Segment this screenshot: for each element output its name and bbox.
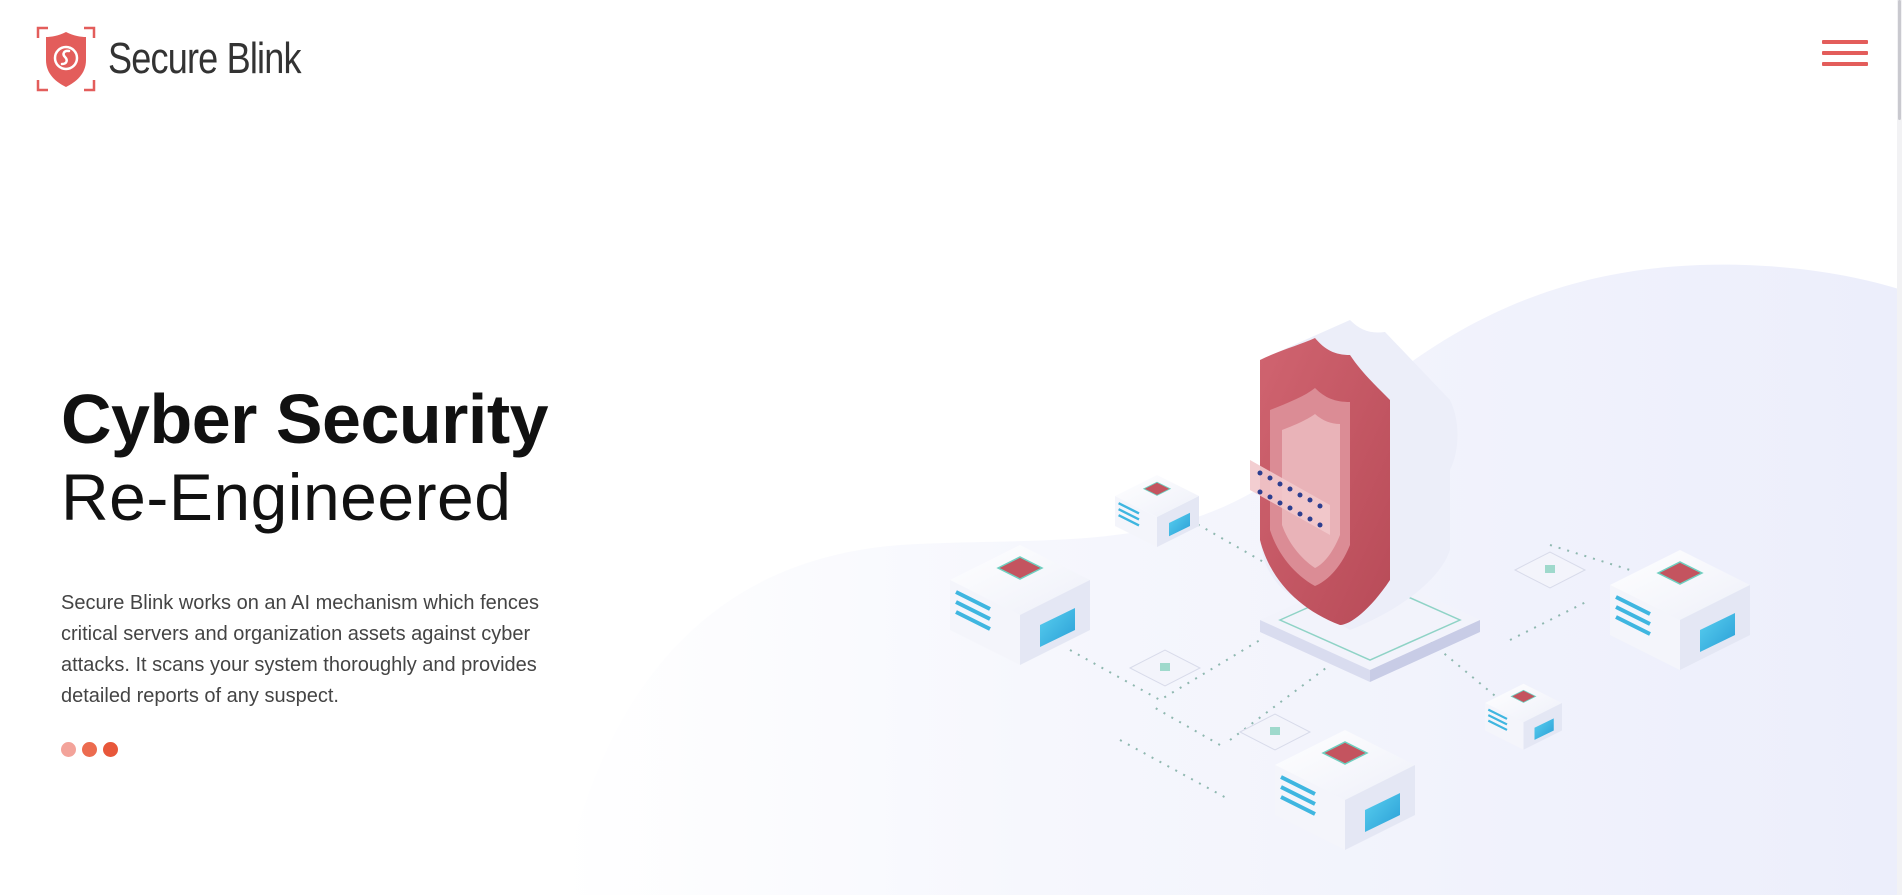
server-box-right-large [1610,550,1750,670]
shield-network-illustration [950,320,1750,850]
hero-subtitle: Re-Engineered [61,460,512,534]
slider-dots [61,742,118,757]
slider-dot-1[interactable] [61,742,76,757]
server-box-left-large [950,545,1090,665]
server-box-top-small [1115,475,1199,547]
hamburger-menu-icon-bar [1822,51,1868,55]
shield-graphic [1250,320,1458,630]
chip-mark [1545,565,1555,573]
slider-dot-2[interactable] [82,742,97,757]
hamburger-menu-icon [1822,40,1868,44]
shield-logo-icon [36,26,96,92]
scrollbar[interactable] [1897,0,1902,895]
hero-section: Cyber Security Re-Engineered Secure Blin… [61,380,621,712]
hero-description: Secure Blink works on an AI mechanism wh… [61,592,539,707]
hamburger-menu-button[interactable] [1822,40,1868,76]
chip-mark [1270,727,1280,735]
server-box-right-small [1485,683,1562,750]
site-header: Secure Blink [0,0,1902,120]
chip-mark [1160,663,1170,671]
brand-name: Secure Blink [108,34,302,83]
hero-title: Cyber Security [61,380,549,458]
slider-dot-3[interactable] [103,742,118,757]
hamburger-menu-icon-bar [1822,62,1868,66]
server-box-bottom-large [1275,730,1415,850]
brand-logo-link[interactable]: Secure Blink [36,26,343,92]
